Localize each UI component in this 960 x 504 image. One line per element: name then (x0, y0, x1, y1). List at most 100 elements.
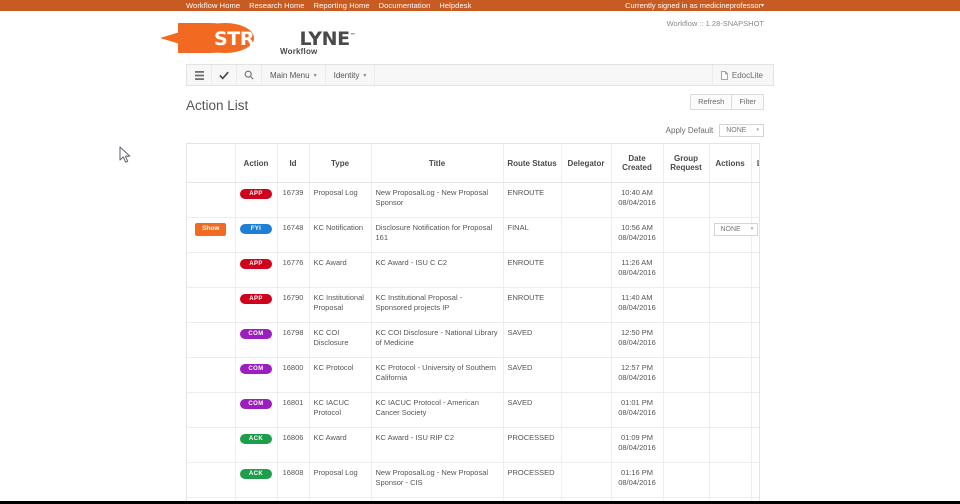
refresh-button[interactable]: Refresh (690, 94, 733, 110)
column-header-action[interactable]: Action (234, 144, 277, 183)
table-row[interactable]: APP 16790 KC Institutional Proposal KC Inst… (187, 287, 759, 323)
log-icon[interactable] (758, 258, 759, 270)
row-delegator-cell (560, 322, 611, 358)
row-date-time: 12:57 PM (620, 363, 654, 372)
row-id-cell: 16748 (276, 217, 309, 253)
table-row[interactable]: COM 16801 KC IACUC Protocol KC IACUC Protoc… (187, 392, 759, 428)
main-menu-dropdown[interactable]: Main Menu ▾ (262, 65, 326, 85)
row-title-cell[interactable]: New ProposalLog - New Proposal Sponsor -… (370, 462, 503, 498)
chevron-down-icon: ▾ (756, 127, 759, 133)
action-badge[interactable]: APP (240, 189, 272, 199)
nav-link-workflow-home[interactable]: Workflow Home (186, 0, 240, 11)
filter-button[interactable]: Filter (731, 94, 764, 110)
column-header-delegator[interactable]: Delegator (560, 144, 611, 183)
identity-menu-dropdown[interactable]: Identity ▾ (326, 65, 376, 85)
log-icon[interactable] (758, 363, 759, 375)
table-row[interactable]: APP 16776 KC Award KC Award - ISU C C2 ENROU… (187, 252, 759, 288)
row-actions-cell (708, 287, 751, 323)
row-title-cell[interactable]: New ProposalLog - New Proposal Sponsor (370, 182, 503, 218)
row-show-cell (187, 182, 235, 218)
table-row[interactable]: COM 16798 KC COI Disclosure KC COI Disclosu… (187, 322, 759, 358)
row-delegator-cell (560, 182, 611, 218)
row-show-cell (187, 322, 235, 358)
row-title-cell[interactable]: KC Institutional Proposal - Sponsored pr… (370, 287, 503, 323)
action-badge[interactable]: APP (240, 294, 272, 304)
action-badge[interactable]: FYI (240, 224, 272, 234)
log-icon[interactable] (758, 293, 759, 305)
nav-link-helpdesk[interactable]: Helpdesk (439, 0, 471, 11)
row-date-time: 12:50 PM (620, 328, 654, 337)
log-icon[interactable] (758, 223, 759, 235)
show-button[interactable]: Show (195, 223, 227, 236)
app-root: Workflow Home Research Home Reporting Ho… (0, 0, 960, 504)
row-date-time: 10:40 AM (621, 188, 653, 197)
check-icon[interactable] (212, 65, 237, 85)
log-icon[interactable] (758, 468, 759, 480)
row-date-day: 08/04/2016 (618, 373, 656, 383)
row-date-time: 11:26 AM (621, 258, 653, 267)
apply-default-select[interactable]: NONE ▾ (719, 124, 764, 137)
column-header-title[interactable]: Title (370, 144, 503, 183)
row-action-cell: APP (234, 252, 277, 288)
row-group-request-cell (662, 462, 709, 498)
action-badge[interactable]: COM (240, 399, 272, 409)
row-action-select[interactable]: NONE ▾ (713, 223, 759, 236)
streamlyne-logo[interactable]: STREAMLYNE™ Workflow (160, 17, 356, 59)
row-type-cell: Proposal Log (308, 182, 371, 218)
nav-link-reporting-home[interactable]: Reporting Home (314, 0, 370, 11)
row-title-cell[interactable]: Disclosure Notification for Proposal 161 (370, 217, 503, 253)
row-group-request-cell (662, 217, 709, 253)
column-header-date-created[interactable]: Date Created (610, 144, 663, 183)
row-date-time: 11:40 AM (621, 293, 653, 302)
global-nav-links: Workflow Home Research Home Reporting Ho… (186, 0, 471, 11)
page-title: Action List (186, 98, 249, 113)
row-date-time: 01:16 PM (620, 468, 654, 477)
row-title-cell[interactable]: KC Protocol - University of Southern Cal… (370, 357, 503, 393)
row-route-status-cell: SAVED (502, 357, 561, 393)
row-log-cell (750, 427, 759, 463)
row-id-cell: 16798 (276, 322, 309, 358)
search-icon[interactable] (237, 65, 262, 85)
column-header-type[interactable]: Type (308, 144, 371, 183)
column-header-group-request[interactable]: Group Request (662, 144, 709, 183)
row-delegator-cell (560, 217, 611, 253)
row-title-cell[interactable]: KC Award - ISU C C2 (370, 252, 503, 288)
row-title-cell[interactable]: KC Award - ISU RIP C2 (370, 427, 503, 463)
row-route-status-cell: SAVED (502, 322, 561, 358)
log-icon[interactable] (758, 398, 759, 410)
row-action-cell: COM (234, 392, 277, 428)
table-header-row: Action Id Type Title Route Status Delega… (187, 144, 759, 183)
row-log-cell (750, 357, 759, 393)
log-icon[interactable] (758, 433, 759, 445)
column-header-route-status[interactable]: Route Status (502, 144, 561, 183)
row-title-cell[interactable]: KC IACUC Protocol - American Cancer Soci… (370, 392, 503, 428)
table-row[interactable]: APP 16739 Proposal Log New ProposalLog - Ne… (187, 182, 759, 218)
row-date-day: 08/04/2016 (618, 303, 656, 313)
column-header-id[interactable]: Id (276, 144, 309, 183)
row-date-created-cell: 10:56 AM 08/04/2016 (610, 217, 663, 253)
row-title-cell[interactable]: KC COI Disclosure - National Library of … (370, 322, 503, 358)
log-icon[interactable] (758, 188, 759, 200)
table-row[interactable]: Show FYI 16748 KC Notification Disclosure No… (187, 217, 759, 253)
row-date-created-cell: 01:16 PM 08/04/2016 (610, 462, 663, 498)
action-badge[interactable]: COM (240, 364, 272, 374)
table-row[interactable]: ACK 16808 Proposal Log New ProposalLog - Ne… (187, 462, 759, 498)
row-actions-cell (708, 182, 751, 218)
edoclite-button[interactable]: EdocLite (711, 65, 773, 85)
table-row[interactable]: ACK 16806 KC Award KC Award - ISU RIP C2 PRO… (187, 427, 759, 463)
action-badge[interactable]: ACK (240, 434, 272, 444)
chevron-down-icon: ▾ (750, 226, 754, 232)
row-route-status-cell: ENROUTE (502, 252, 561, 288)
table-row[interactable]: COM 16800 KC Protocol KC Protocol - Univers… (187, 357, 759, 393)
grid-icon[interactable] (187, 65, 212, 85)
action-badge[interactable]: COM (240, 329, 272, 339)
page-action-buttons: Refresh Filter (690, 94, 764, 110)
row-route-status-cell: SAVED (502, 392, 561, 428)
log-icon[interactable] (758, 328, 759, 340)
row-type-cell: KC Protocol (308, 357, 371, 393)
action-badge[interactable]: ACK (240, 469, 272, 479)
row-date-day: 08/04/2016 (618, 198, 656, 208)
action-badge[interactable]: APP (240, 259, 272, 269)
nav-link-documentation[interactable]: Documentation (379, 0, 431, 11)
nav-link-research-home[interactable]: Research Home (249, 0, 305, 11)
